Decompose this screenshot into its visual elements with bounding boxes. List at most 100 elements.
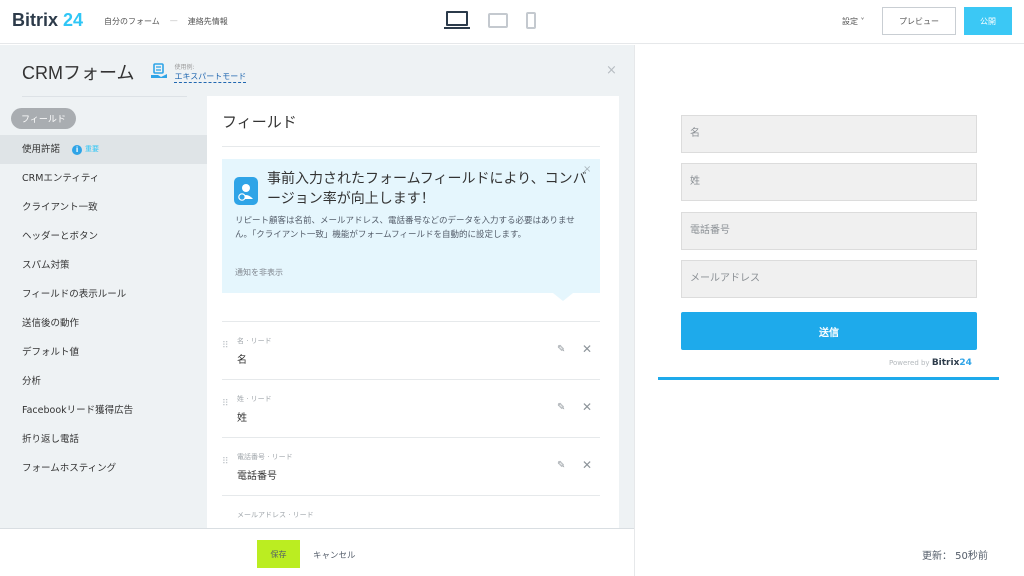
drag-handle-icon[interactable]: ⠿: [222, 458, 229, 467]
field-label: 名: [237, 355, 247, 366]
delete-icon[interactable]: ✕: [582, 400, 592, 414]
drag-handle-icon[interactable]: ⠿: [222, 400, 229, 409]
expert-mode-link[interactable]: エキスパートモード: [174, 71, 247, 83]
sidebar-item-label: デフォルト値: [22, 347, 80, 358]
tip-title: 事前入力されたフォームフィールドにより、コンバージョン率が向上します！: [267, 171, 587, 207]
preview-email-field[interactable]: メールアドレス: [681, 260, 977, 298]
tablet-view-icon[interactable]: [488, 13, 508, 28]
page-title: CRMフォーム: [22, 63, 135, 83]
mode-switch: 使用例: エキスパートモード: [150, 62, 247, 83]
expert-mode-icon: [151, 62, 168, 78]
field-type: 姓 · リード: [237, 395, 272, 403]
preview-phone-field[interactable]: 電話番号: [681, 212, 977, 250]
sidebar-item-label: Facebookリード獲得広告: [22, 405, 134, 416]
edit-icon[interactable]: ✎: [557, 402, 565, 413]
sidebar-item-facebook[interactable]: Facebookリード獲得広告: [0, 396, 207, 425]
mobile-view-icon[interactable]: [526, 12, 536, 29]
sidebar-item-label: 折り返し電話: [22, 434, 80, 445]
mode-caption: 使用例:: [174, 63, 195, 71]
sidebar-item-label: 送信後の動作: [22, 318, 80, 329]
tip-close-icon[interactable]: ×: [583, 164, 591, 175]
preview-button[interactable]: プレビュー: [882, 7, 956, 35]
powered-brand-number: 24: [959, 358, 972, 368]
preview-first-name-field[interactable]: 名: [681, 115, 977, 153]
logo-number: 24: [63, 10, 84, 30]
bitrix24-logo[interactable]: Bitrix 24: [12, 10, 83, 31]
important-badge: i 重要: [72, 135, 99, 164]
breadcrumb-my-forms[interactable]: 自分のフォーム: [104, 16, 160, 27]
fields-content: フィールド 事前入力されたフォームフィールドにより、コンバージョン率が向上します…: [207, 96, 619, 528]
divider: [634, 45, 635, 576]
sidebar-item-consent[interactable]: 使用許諾 i 重要: [0, 135, 207, 164]
sidebar-item-fields[interactable]: フィールド: [11, 108, 76, 129]
bottom-action-bar: 保存 キャンセル: [0, 528, 634, 576]
powered-by-brand: Bitrix24: [932, 358, 972, 368]
field-row[interactable]: メールアドレス · リード: [222, 495, 600, 531]
last-updated: 更新： 50秒前: [922, 551, 988, 562]
device-switcher: [444, 11, 536, 30]
hide-notification-link[interactable]: 通知を非表示: [235, 267, 283, 278]
sidebar-item-label: CRMエンティティ: [22, 173, 100, 184]
powered-by: Powered by Bitrix24: [889, 358, 972, 368]
important-label: 重要: [85, 145, 100, 153]
sidebar-item-crm-entity[interactable]: CRMエンティティ: [0, 164, 207, 193]
sidebar-item-defaults[interactable]: デフォルト値: [0, 338, 207, 367]
sidebar-item-hosting[interactable]: フォームホスティング: [0, 454, 207, 483]
delete-icon[interactable]: ✕: [582, 342, 592, 356]
preview-submit-button[interactable]: 送信: [681, 312, 977, 350]
delete-icon[interactable]: ✕: [582, 458, 592, 472]
drag-handle-icon[interactable]: ⠿: [222, 342, 229, 351]
sidebar-item-label: フォームホスティング: [22, 463, 117, 474]
preview-last-name-field[interactable]: 姓: [681, 163, 977, 201]
client-match-icon: [234, 177, 258, 205]
field-type: メールアドレス · リード: [237, 511, 314, 519]
divider: [222, 146, 600, 147]
preview-form-bar: [658, 377, 999, 380]
field-type: 名 · リード: [237, 337, 272, 345]
sidebar-item-label: スパム対策: [22, 260, 70, 271]
field-label: 電話番号: [237, 471, 277, 482]
close-icon[interactable]: ×: [606, 63, 617, 78]
field-row[interactable]: ⠿ 名 · リード 名 ✎ ✕: [222, 321, 600, 379]
sidebar-item-spam[interactable]: スパム対策: [0, 251, 207, 280]
section-title: フィールド: [222, 113, 297, 131]
sidebar-item-analytics[interactable]: 分析: [0, 367, 207, 396]
field-list: ⠿ 名 · リード 名 ✎ ✕ ⠿ 姓 · リード 姓 ✎ ✕ ⠿ 電話番号 ·…: [222, 321, 600, 531]
info-icon: i: [72, 144, 83, 155]
field-type: 電話番号 · リード: [237, 453, 293, 461]
sidebar-item-after-submit[interactable]: 送信後の動作: [0, 309, 207, 338]
logo-text: Bitrix: [12, 10, 59, 30]
breadcrumb-contact-info[interactable]: 連絡先情報: [188, 16, 228, 27]
sidebar-item-label: ヘッダーとボタン: [22, 231, 99, 242]
field-label: 姓: [237, 413, 247, 424]
desktop-view-icon[interactable]: [444, 11, 470, 30]
tip-banner: 事前入力されたフォームフィールドにより、コンバージョン率が向上します！ × リピ…: [222, 159, 600, 301]
tip-body: リピート顧客は名前、メールアドレス、電話番号などのデータを入力する必要はありませ…: [235, 216, 575, 240]
sidebar-item-label: 分析: [22, 376, 42, 387]
powered-by-text: Powered by: [889, 359, 930, 367]
sidebar-item-field-rules[interactable]: フィールドの表示ルール: [0, 280, 207, 309]
divider: [22, 96, 187, 97]
breadcrumb-separator: —: [169, 16, 178, 25]
sidebar-item-label: 使用許諾: [22, 144, 61, 155]
sidebar-item-label: フィールドの表示ルール: [22, 289, 127, 300]
settings-sidebar: フィールド 使用許諾 i 重要 CRMエンティティ クライアント一致 ヘッダーとボ…: [0, 107, 207, 483]
publish-button[interactable]: 公開: [964, 7, 1012, 35]
settings-dropdown[interactable]: 設定 ˅: [842, 16, 865, 27]
save-button[interactable]: 保存: [257, 540, 300, 568]
sidebar-item-header-buttons[interactable]: ヘッダーとボタン: [0, 222, 207, 251]
top-bar: Bitrix 24 自分のフォーム — 連絡先情報 設定 ˅ プレビュー 公開: [0, 0, 1024, 44]
field-row[interactable]: ⠿ 電話番号 · リード 電話番号 ✎ ✕: [222, 437, 600, 495]
breadcrumb: 自分のフォーム — 連絡先情報: [104, 16, 228, 27]
field-row[interactable]: ⠿ 姓 · リード 姓 ✎ ✕: [222, 379, 600, 437]
sidebar-item-callback[interactable]: 折り返し電話: [0, 425, 207, 454]
sidebar-item-label: クライアント一致: [22, 202, 98, 213]
editor-header: CRMフォーム 使用例: エキスパートモード: [22, 59, 247, 85]
powered-brand-name: Bitrix: [931, 358, 960, 368]
tip-pointer: [553, 293, 573, 301]
edit-icon[interactable]: ✎: [557, 344, 565, 355]
edit-icon[interactable]: ✎: [557, 460, 565, 471]
form-editor-panel: CRMフォーム 使用例: エキスパートモード × フィールド 使用許諾 i 重要 …: [0, 45, 634, 528]
cancel-button[interactable]: キャンセル: [313, 549, 356, 561]
sidebar-item-client-match[interactable]: クライアント一致: [0, 193, 207, 222]
